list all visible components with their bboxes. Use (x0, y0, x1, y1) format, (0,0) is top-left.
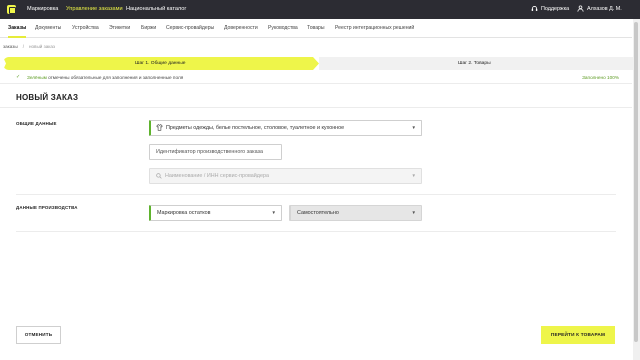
tab-manuals[interactable]: Руководства (268, 19, 298, 38)
tab-products[interactable]: Товары (307, 19, 325, 38)
product-group-value: Предметы одежды, белье постельное, столо… (166, 125, 345, 131)
logo-icon[interactable] (7, 5, 16, 14)
support-label: Поддержка (541, 6, 570, 12)
release-method-value: Маркировка остатков (157, 210, 211, 216)
order-id-input[interactable]: Идентификатор производственного заказа (149, 144, 282, 160)
tab-labels[interactable]: Этикетки (109, 19, 130, 38)
order-id-placeholder: Идентификатор производственного заказа (156, 149, 264, 155)
fill-progress: Заполнено 100% (582, 75, 619, 80)
service-provider-select[interactable]: Наименование / ИНН сервис-провайдера ▼ (149, 168, 422, 184)
tab-devices[interactable]: Устройства (72, 19, 99, 38)
tab-integration-registry[interactable]: Реестр интеграционных решений (335, 19, 414, 38)
chevron-down-icon: ▼ (271, 210, 276, 215)
production-type-value: Самостоятельно (297, 210, 339, 216)
general-data-label: ОБЩИЕ ДАННЫЕ (16, 121, 57, 126)
nav-order-management[interactable]: Управление заказами (66, 0, 123, 19)
check-icon: ✓ (16, 74, 21, 80)
cancel-button[interactable]: ОТМЕНИТЬ (16, 326, 61, 344)
nav-national-catalog[interactable]: Национальный каталог (126, 0, 186, 19)
shirt-icon (156, 124, 163, 131)
breadcrumb-current: новый заказ (28, 44, 56, 49)
breadcrumb: заказы / новый заказ (3, 44, 55, 49)
product-group-select[interactable]: Предметы одежды, белье постельное, столо… (149, 120, 422, 136)
top-bar: Маркировка Управление заказами Националь… (0, 0, 640, 19)
breadcrumb-orders[interactable]: заказы (3, 44, 18, 49)
step2-label: Шаг 2. Товары (458, 61, 491, 66)
service-provider-placeholder: Наименование / ИНН сервис-провайдера (165, 173, 269, 179)
divider (0, 107, 632, 108)
tab-service-providers[interactable]: Сервис-провайдеры (166, 19, 214, 38)
go-to-products-button[interactable]: ПЕРЕЙТИ К ТОВАРАМ (541, 326, 615, 344)
headset-icon (531, 6, 538, 12)
production-data-label: ДАННЫЕ ПРОИЗВОДСТВА (16, 205, 78, 210)
notice-highlight: Зелёным (27, 75, 47, 80)
user-name: Алхазов Д. М. (587, 6, 622, 12)
chevron-down-icon: ▼ (411, 125, 416, 130)
breadcrumb-separator: / (22, 44, 24, 49)
user-menu[interactable]: Алхазов Д. М. (577, 0, 622, 19)
support-link[interactable]: Поддержка (531, 0, 569, 19)
tab-orders[interactable]: Заказы (8, 19, 27, 38)
sub-nav: Заказы Документы Устройства Этикетки Бир… (0, 19, 632, 38)
tab-powers-of-attorney[interactable]: Доверенности (224, 19, 258, 38)
section-divider (16, 194, 616, 195)
notice-text: отмечены обязательные для заполнения и з… (48, 75, 184, 80)
search-icon (156, 172, 162, 179)
stepper: Шаг 1. Общие данные Шаг 2. Товары (3, 57, 633, 70)
release-method-select[interactable]: Маркировка остатков ▼ (149, 205, 282, 221)
chevron-down-icon: ▼ (411, 173, 416, 178)
user-icon (577, 5, 584, 12)
required-fields-notice: ✓ Зелёным отмечены обязательные для запо… (3, 72, 633, 83)
page-title: НОВЫЙ ЗАКАЗ (16, 93, 79, 102)
tab-exchanges[interactable]: Биржи (141, 19, 156, 38)
step1-label: Шаг 1. Общие данные (135, 61, 186, 66)
section-divider (16, 231, 616, 232)
divider (0, 83, 632, 84)
production-type-select[interactable]: Самостоятельно ▼ (289, 205, 422, 221)
nav-marking[interactable]: Маркировка (27, 0, 58, 19)
tab-documents[interactable]: Документы (35, 19, 61, 38)
chevron-down-icon: ▼ (411, 210, 416, 215)
scrollbar-thumb[interactable] (634, 22, 638, 342)
